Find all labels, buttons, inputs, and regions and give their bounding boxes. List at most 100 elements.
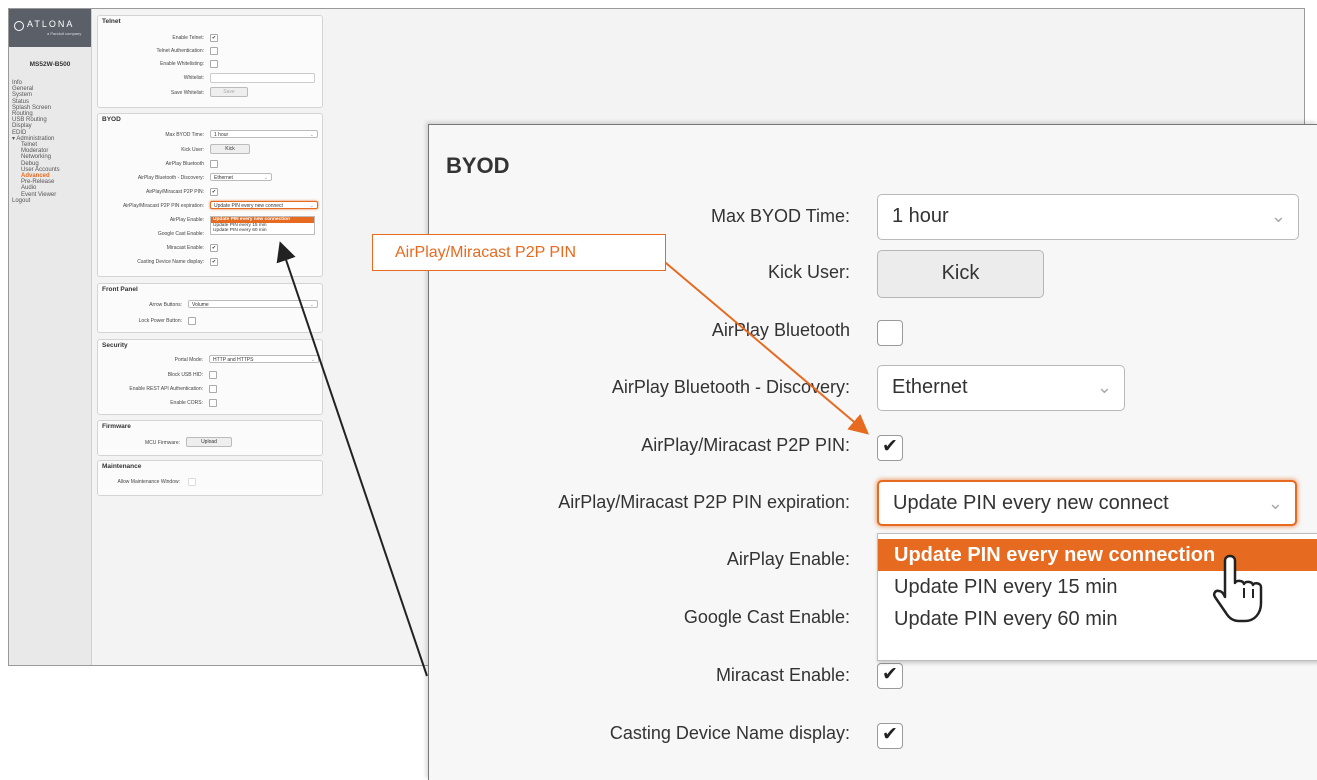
pin-expiration-dropdown-small: Update PIN every new connection Update P… (210, 216, 315, 235)
bt-discovery-select[interactable]: Ethernet ⌄ (210, 173, 272, 181)
kick-user-button[interactable]: Kick (877, 250, 1044, 298)
enable-telnet-checkbox[interactable]: ✔ (210, 34, 218, 42)
dropdown-option[interactable]: Update PIN every 60 min (211, 228, 314, 234)
atlona-logo-icon (14, 21, 24, 31)
panel-title: Front Panel (102, 286, 138, 293)
airplay-bluetooth-checkbox[interactable] (210, 160, 218, 168)
label: Miracast Enable: (166, 245, 204, 251)
bt-discovery-label: AirPlay Bluetooth - Discovery: (611, 377, 850, 397)
label: Arrow Buttons: (149, 302, 182, 308)
kick-user-label: Kick User: (767, 262, 850, 282)
casting-name-checkbox[interactable]: ✔ (210, 258, 218, 266)
chevron-down-icon: ⌄ (1263, 482, 1283, 524)
logo-text: ATLONA (27, 19, 75, 29)
label: Google Cast Enable: (157, 231, 204, 237)
airplay-bluetooth-checkbox[interactable] (877, 320, 903, 346)
chevron-down-icon: ⌄ (1270, 206, 1286, 226)
enable-whitelisting-checkbox[interactable] (210, 60, 218, 68)
block-usb-hid-checkbox[interactable] (209, 371, 217, 379)
security-panel: Security Portal Mode: HTTP and HTTPS ⌄ Blo… (97, 339, 323, 415)
label: AirPlay Enable: (169, 217, 204, 223)
pin-expiration-select[interactable]: Update PIN every new connect ⌄ (210, 201, 318, 209)
pin-expiration-select[interactable]: Update PIN every new connect ⌄ (877, 480, 1297, 526)
front-panel-panel: Front Panel Arrow Buttons: Volume ⌄ Lock P… (97, 283, 323, 333)
sidebar: ATLONA a Panduit company MS52W-B500 Info… (9, 9, 92, 665)
panel-title: BYOD (446, 153, 510, 178)
max-byod-time-select[interactable]: 1 hour ⌄ (210, 130, 318, 138)
select-value: 1 hour (214, 132, 229, 138)
save-whitelist-button[interactable]: Save (210, 87, 248, 97)
select-value: Ethernet (214, 175, 233, 181)
airplay-enable-label: AirPlay Enable: (726, 549, 850, 569)
portal-mode-select[interactable]: HTTP and HTTPS ⌄ (209, 355, 319, 363)
miracast-enable-checkbox[interactable]: ✔ (210, 244, 218, 252)
panel-title: Security (102, 342, 128, 349)
chevron-down-icon: ⌄ (309, 132, 314, 138)
panel-title: Firmware (102, 423, 131, 430)
label: Kick User: (181, 147, 204, 153)
logo-subtext: a Panduit company (47, 31, 82, 36)
maintenance-window-checkbox[interactable] (188, 478, 196, 486)
airplay-bluetooth-label: AirPlay Bluetooth (711, 320, 850, 340)
miracast-enable-checkbox[interactable]: ✔ (877, 663, 903, 689)
device-model: MS52W-B500 (29, 61, 71, 68)
upload-button[interactable]: Upload (186, 437, 232, 447)
label: Allow Maintenance Window: (117, 479, 180, 485)
select-value: Volume (192, 302, 209, 308)
maintenance-panel: Maintenance Allow Maintenance Window: (97, 460, 323, 496)
select-value: HTTP and HTTPS (213, 357, 254, 363)
byod-zoom-panel: BYOD Max BYOD Time: 1 hour ⌄ Kick User: K… (428, 124, 1317, 780)
label: AirPlay Bluetooth - Discovery: (137, 175, 204, 181)
select-value: Update PIN every new connect (893, 492, 1169, 514)
chevron-down-icon: ⌄ (309, 302, 314, 308)
whitelist-input[interactable] (210, 73, 315, 83)
label: Whitelist: (183, 75, 204, 81)
label: Casting Device Name display: (137, 259, 204, 265)
chevron-down-icon: ⌄ (310, 357, 315, 363)
label: Portal Mode: (174, 357, 203, 363)
select-value: 1 hour (892, 205, 949, 227)
label: Max BYOD Time: (165, 132, 204, 138)
label: Lock Power Button: (138, 318, 182, 324)
label: AirPlay/Miracast P2P PIN expiration: (122, 203, 204, 209)
telnet-auth-checkbox[interactable] (210, 47, 218, 55)
bt-discovery-select[interactable]: Ethernet ⌄ (877, 365, 1125, 411)
rest-api-auth-checkbox[interactable] (209, 385, 217, 393)
logo-bar: ATLONA a Panduit company (9, 9, 91, 47)
label: Enable REST API Authentication: (129, 386, 203, 392)
label: Telnet Authentication: (156, 48, 204, 54)
casting-name-label: Casting Device Name display: (609, 723, 850, 743)
sidebar-nav: Info General System Status Splash Screen Rout… (9, 80, 91, 204)
pin-expiration-label: AirPlay/Miracast P2P PIN expiration: (558, 492, 850, 512)
label: Enable CORS: (170, 400, 203, 406)
kick-user-button[interactable]: Kick (210, 144, 250, 154)
p2p-pin-checkbox[interactable]: ✔ (877, 435, 903, 461)
hand-pointer-icon (1212, 554, 1263, 623)
panel-title: Telnet (102, 18, 121, 25)
max-byod-time-select[interactable]: 1 hour ⌄ (877, 194, 1299, 240)
label: Enable Telnet: (172, 35, 204, 41)
label: MCU Firmware: (145, 440, 180, 446)
select-value: Update PIN every new connect (214, 203, 283, 209)
panel-title: BYOD (102, 116, 121, 123)
google-cast-enable-label: Google Cast Enable: (683, 607, 850, 627)
label: Block USB HID: (167, 372, 203, 378)
byod-panel-small: BYOD Max BYOD Time: 1 hour ⌄ Kick User: Kic… (97, 113, 323, 277)
label: AirPlay/Miracast P2P PIN: (146, 189, 204, 195)
label: Enable Whitelisting: (160, 61, 204, 67)
chevron-down-icon: ⌄ (309, 203, 314, 209)
chevron-down-icon: ⌄ (263, 175, 268, 181)
lock-power-checkbox[interactable] (188, 317, 196, 325)
casting-name-checkbox[interactable]: ✔ (877, 723, 903, 749)
p2p-pin-label: AirPlay/Miracast P2P PIN: (641, 435, 850, 455)
callout-label: AirPlay/Miracast P2P PIN (372, 234, 666, 271)
p2p-pin-checkbox[interactable]: ✔ (210, 188, 218, 196)
label: AirPlay Bluetooth (165, 161, 204, 167)
arrow-buttons-select[interactable]: Volume ⌄ (188, 300, 318, 308)
enable-cors-checkbox[interactable] (209, 399, 217, 407)
select-value: Ethernet (892, 376, 968, 398)
chevron-down-icon: ⌄ (1096, 377, 1112, 397)
telnet-panel: Telnet Enable Telnet: ✔ Telnet Authentica… (97, 15, 323, 108)
firmware-panel: Firmware MCU Firmware: Upload (97, 420, 323, 456)
sidebar-item[interactable]: Logout (12, 198, 91, 204)
